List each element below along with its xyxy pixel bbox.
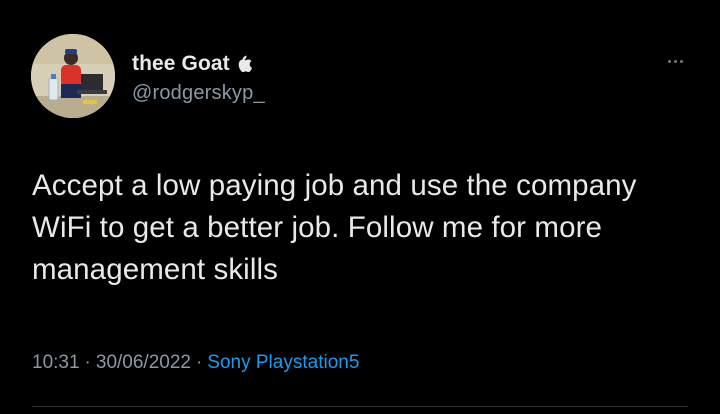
author-handle[interactable]: @rodgerskyp_ — [132, 82, 265, 105]
more-horizontal-icon — [667, 59, 671, 63]
tweet-source-link[interactable]: Sony Playstation5 — [207, 352, 359, 373]
meta-separator: · — [84, 352, 91, 373]
more-horizontal-icon-dot — [673, 59, 677, 63]
avatar-image — [31, 34, 115, 118]
tweet-text: Accept a low paying job and use the comp… — [32, 169, 645, 286]
tweet-date[interactable]: 30/06/2022 — [96, 352, 191, 373]
display-name[interactable]: thee Goat — [132, 52, 230, 76]
apple-icon — [238, 55, 252, 72]
more-options-button[interactable] — [661, 50, 689, 72]
author-block: thee Goat @rodgerskyp_ — [132, 50, 265, 105]
tweet-time[interactable]: 10:31 — [32, 352, 80, 373]
more-horizontal-icon-dot — [679, 59, 683, 63]
display-name-row: thee Goat — [132, 50, 265, 78]
divider — [32, 406, 688, 407]
tweet-metadata: 10:31 · 30/06/2022 · Sony Playstation5 — [32, 352, 359, 374]
avatar[interactable] — [31, 34, 115, 118]
meta-separator: · — [195, 352, 203, 373]
tweet-card: thee Goat @rodgerskyp_ Accept a low payi… — [0, 0, 720, 414]
